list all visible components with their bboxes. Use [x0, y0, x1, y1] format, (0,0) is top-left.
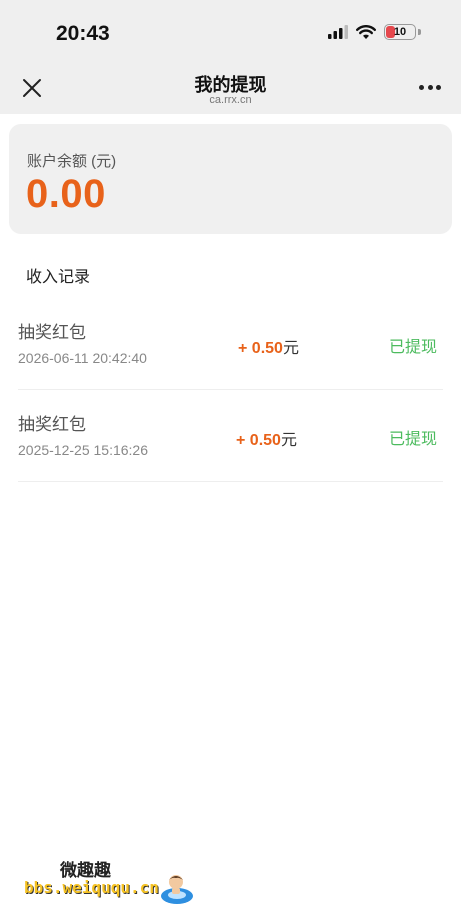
record-title: 抽奖红包: [18, 323, 86, 342]
record-amount: + 0.50元: [238, 334, 299, 358]
record-amount-unit: 元: [280, 432, 297, 449]
wifi-icon: [356, 24, 376, 39]
more-dot-icon: [419, 84, 424, 90]
record-amount-value: + 0.50: [238, 340, 283, 357]
status-time: 20:43: [56, 22, 110, 45]
more-dot-icon: [427, 84, 433, 90]
battery-level: 10: [393, 26, 407, 38]
cellular-signal-icon: [328, 25, 348, 39]
status-icons: 10: [328, 24, 421, 40]
record-amount-unit: 元: [282, 340, 299, 357]
record-amount-value: + 0.50: [236, 432, 281, 449]
status-bar: 20:43 10: [0, 0, 461, 62]
mascot-icon: [161, 875, 193, 904]
record-title: 抽奖红包: [18, 415, 86, 434]
record-time: 2025-12-25 15:16:26: [18, 442, 148, 458]
balance-label: 账户余额 (元): [27, 153, 117, 170]
more-options-button[interactable]: [419, 82, 441, 92]
record-status: 已提现: [388, 431, 437, 448]
balance-value: 0.00: [26, 172, 106, 216]
watermark: 微趣趣 bbs.weiququ.cn: [24, 856, 199, 912]
record-time: 2026-06-11 20:42:40: [18, 350, 147, 366]
record-item: 抽奖红包 2026-06-11 20:42:40 + 0.50元 已提现: [18, 298, 443, 390]
top-area: 20:43 10 我的提现 ca.rrx.cn: [0, 0, 461, 114]
page-domain: ca.rrx.cn: [209, 94, 252, 106]
more-dot-icon: [436, 84, 441, 90]
record-amount: + 0.50元: [236, 426, 297, 450]
record-status: 已提现: [388, 339, 437, 356]
watermark-url: bbs.weiququ.cn: [24, 878, 159, 897]
balance-card: 账户余额 (元) 0.00: [9, 124, 452, 234]
nav-bar: 我的提现 ca.rrx.cn: [0, 62, 461, 114]
records-section-title: 收入记录: [26, 269, 91, 286]
record-item: 抽奖红包 2025-12-25 15:16:26 + 0.50元 已提现: [18, 390, 443, 482]
battery-icon: 10: [384, 24, 416, 40]
